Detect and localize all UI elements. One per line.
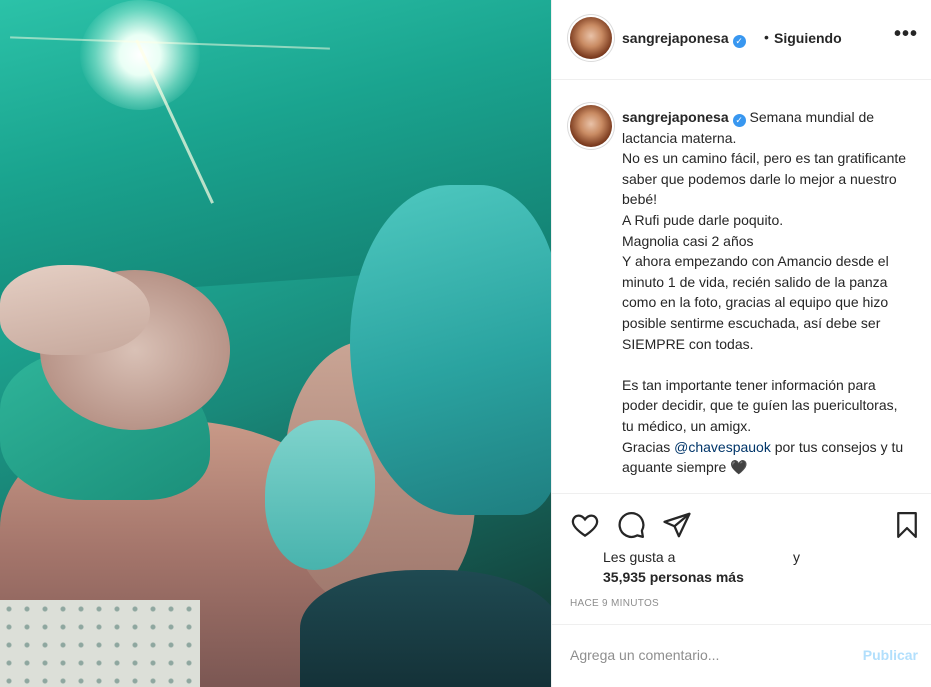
caption-body: Semana mundial de lactancia materna. No …: [622, 109, 907, 455]
verified-badge-icon: ✓: [732, 114, 746, 127]
likes-prefix: Les gusta a: [603, 549, 676, 565]
separator-dot: •: [764, 29, 769, 45]
scrubs: [300, 570, 551, 687]
hand: [0, 265, 150, 355]
avatar[interactable]: [570, 17, 612, 59]
comment-box: Publicar: [552, 624, 931, 687]
publish-button[interactable]: Publicar: [863, 647, 918, 663]
post-photo[interactable]: [0, 0, 551, 687]
caption-username[interactable]: sangrejaponesa: [622, 109, 729, 125]
bookmark-icon[interactable]: [892, 510, 922, 540]
likes-count[interactable]: 35,935 personas más: [603, 569, 744, 585]
more-options-icon[interactable]: •••: [894, 24, 918, 44]
avatar[interactable]: [570, 105, 612, 147]
post-header: sangrejaponesa ✓ • Siguiendo •••: [552, 0, 931, 80]
comment-input[interactable]: [570, 647, 840, 663]
heart-icon[interactable]: [570, 510, 600, 540]
following-button[interactable]: Siguiendo: [774, 30, 842, 46]
post-details-panel: sangrejaponesa ✓ • Siguiendo ••• sangreja…: [551, 0, 931, 687]
hospital-gown: [0, 600, 200, 687]
paper-plane-icon[interactable]: [662, 510, 692, 540]
surgical-light: [80, 0, 200, 110]
post-timestamp[interactable]: HACE 9 MINUTOS: [570, 598, 659, 609]
likes-conjunction: y: [793, 549, 800, 565]
header-username[interactable]: sangrejaponesa ✓: [622, 30, 746, 48]
mention-link[interactable]: @chavespauok: [674, 439, 771, 455]
header-username-text[interactable]: sangrejaponesa: [622, 30, 729, 46]
comment-icon[interactable]: [616, 510, 646, 540]
caption-section: sangrejaponesa ✓ Semana mundial de lactan…: [552, 81, 931, 493]
caption-text: sangrejaponesa ✓ Semana mundial de lactan…: [622, 107, 912, 478]
verified-badge-icon: ✓: [732, 35, 746, 48]
